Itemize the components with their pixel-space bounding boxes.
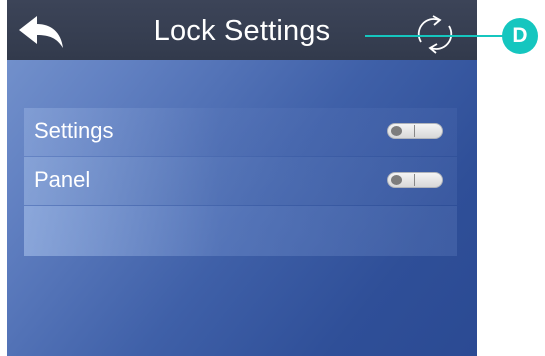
list-item-settings[interactable]: Settings xyxy=(24,108,457,156)
list-item-empty xyxy=(24,206,457,256)
toggle-divider xyxy=(414,174,415,186)
refresh-button[interactable] xyxy=(409,12,459,54)
toggle-knob xyxy=(391,126,402,136)
settings-list: Settings Panel xyxy=(24,108,457,256)
list-item-panel[interactable]: Panel xyxy=(24,157,457,205)
panel-toggle[interactable] xyxy=(387,172,443,188)
toggle-divider xyxy=(414,125,415,137)
refresh-icon xyxy=(417,15,453,54)
device-screen: Lock Settings Settings Panel xyxy=(7,0,477,356)
callout-line xyxy=(365,35,513,37)
callout-badge: D xyxy=(502,18,538,54)
settings-toggle[interactable] xyxy=(387,123,443,139)
page-title: Lock Settings xyxy=(153,15,331,47)
list-item-label: Settings xyxy=(34,118,114,143)
list-item-label: Panel xyxy=(34,167,91,192)
toggle-knob xyxy=(391,175,402,185)
header-bar: Lock Settings xyxy=(7,0,477,60)
